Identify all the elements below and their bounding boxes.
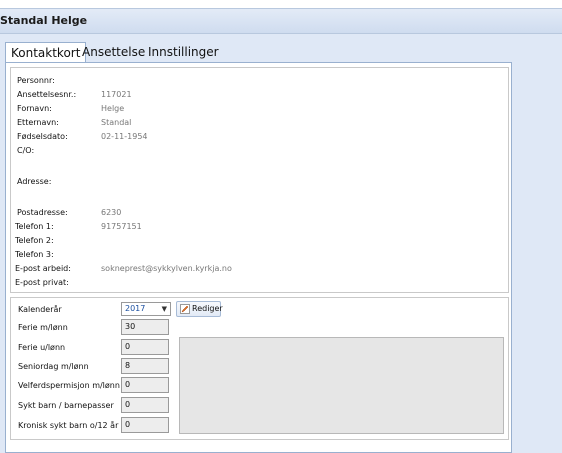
adresse-label: Adresse:	[17, 177, 52, 186]
leave-row-value: 0	[121, 377, 169, 393]
leave-row-value: 0	[121, 417, 169, 433]
fodselsdato-label: Fødselsdato:	[17, 132, 68, 141]
tab-ansettelse[interactable]: Ansettelse	[77, 42, 150, 62]
postadresse-value: 6230	[101, 208, 122, 217]
year-select[interactable]: 2017 ▼	[121, 302, 171, 316]
pencil-icon	[180, 304, 190, 314]
chevron-down-icon: ▼	[161, 305, 167, 313]
ansattnr-label: Ansettelsesnr.:	[17, 90, 77, 99]
telefon3-label: Telefon 3:	[15, 250, 54, 259]
ansattnr-value: 117021	[101, 90, 132, 99]
page-title: Standal Helge	[0, 14, 88, 27]
etternavn-label: Etternavn:	[17, 118, 59, 127]
fornavn-label: Fornavn:	[17, 104, 52, 113]
fornavn-value: Helge	[101, 104, 125, 113]
personnr-label: Personnr:	[17, 76, 55, 85]
leave-row-label: Sykt barn / barnepasser	[18, 401, 114, 410]
leave-row-value: 0	[121, 397, 169, 413]
leave-row-label: Kronisk sykt barn o/12 år	[18, 421, 119, 430]
year-select-value: 2017	[125, 304, 146, 313]
fodselsdato-value: 02-11-1954	[101, 132, 148, 141]
tab-content: Personnr: Ansettelsesnr.: 117021 Fornavn…	[5, 62, 512, 453]
edit-button[interactable]: Rediger	[176, 301, 223, 317]
title-bar: Standal Helge	[0, 8, 562, 34]
telefon1-value: 91757151	[101, 222, 142, 231]
contact-panel: Personnr: Ansettelsesnr.: 117021 Fornavn…	[10, 67, 509, 293]
edit-button-label: Rediger	[192, 304, 223, 313]
epost-privat-label: E-post privat:	[15, 278, 69, 287]
leave-row-value: 0	[121, 339, 169, 355]
tab-kontaktkort[interactable]: Kontaktkort	[5, 42, 87, 64]
leave-row-label: Velferdspermisjon m/lønn	[18, 381, 120, 390]
leave-row-label: Seniordag m/lønn	[18, 362, 89, 371]
tab-innstillinger[interactable]: Innstillinger	[143, 42, 224, 62]
leave-row-label: Ferie m/lønn	[18, 323, 68, 332]
year-label: Kalenderår	[18, 305, 62, 314]
epost-arbeid-value: sokneprest@sykkylven.kyrkja.no	[101, 264, 232, 273]
postadresse-label: Postadresse:	[17, 208, 68, 217]
co-label: C/O:	[17, 146, 35, 155]
leave-panel: Kalenderår 2017 ▼ Rediger Ferie m/lønn 3…	[10, 297, 509, 440]
telefon2-label: Telefon 2:	[15, 236, 54, 245]
leave-row-value: 30	[121, 319, 169, 335]
telefon1-label: Telefon 1:	[15, 222, 54, 231]
etternavn-value: Standal	[101, 118, 132, 127]
leave-row-label: Ferie u/lønn	[18, 343, 66, 352]
leave-detail-area	[179, 337, 504, 434]
leave-row-value: 8	[121, 358, 169, 374]
epost-arbeid-label: E-post arbeid:	[15, 264, 71, 273]
